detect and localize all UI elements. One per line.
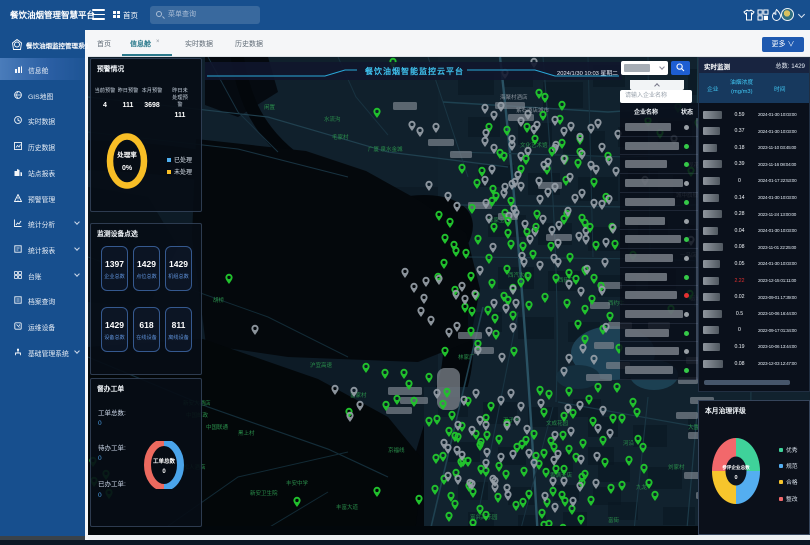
svg-text:0%: 0% <box>122 165 133 172</box>
svg-text:河沿: 河沿 <box>623 439 635 447</box>
svg-text:0: 0 <box>734 475 737 481</box>
svg-text:参评企业总数: 参评企业总数 <box>722 464 750 471</box>
svg-text:富街: 富街 <box>608 516 620 524</box>
svg-text:刘家村: 刘家村 <box>668 463 685 471</box>
svg-text:工单总数: 工单总数 <box>153 457 176 465</box>
svg-text:沪宜高速: 沪宜高速 <box>310 361 333 369</box>
svg-text:丰富大道: 丰富大道 <box>336 503 359 511</box>
svg-text:新安卫生院: 新安卫生院 <box>250 489 278 497</box>
svg-text:黑上村: 黑上村 <box>238 429 255 437</box>
svg-text:京福线: 京福线 <box>388 446 405 454</box>
svg-text:林家厂: 林家厂 <box>458 353 475 361</box>
svg-text:九龙: 九龙 <box>636 483 648 491</box>
svg-text:0: 0 <box>162 469 166 475</box>
svg-text:丰安中学: 丰安中学 <box>286 479 309 487</box>
svg-text:海聚村酒店: 海聚村酒店 <box>500 93 528 101</box>
svg-text:中国联通: 中国联通 <box>206 423 229 431</box>
svg-text:胡桥: 胡桥 <box>213 296 225 304</box>
svg-text:毛家村: 毛家村 <box>332 133 349 141</box>
svg-text:处理率: 处理率 <box>116 150 137 159</box>
svg-text:水流沟: 水流沟 <box>324 115 341 123</box>
svg-text:广厦 泉水金城: 广厦 泉水金城 <box>368 145 403 153</box>
svg-text:闲置: 闲置 <box>264 103 276 111</box>
